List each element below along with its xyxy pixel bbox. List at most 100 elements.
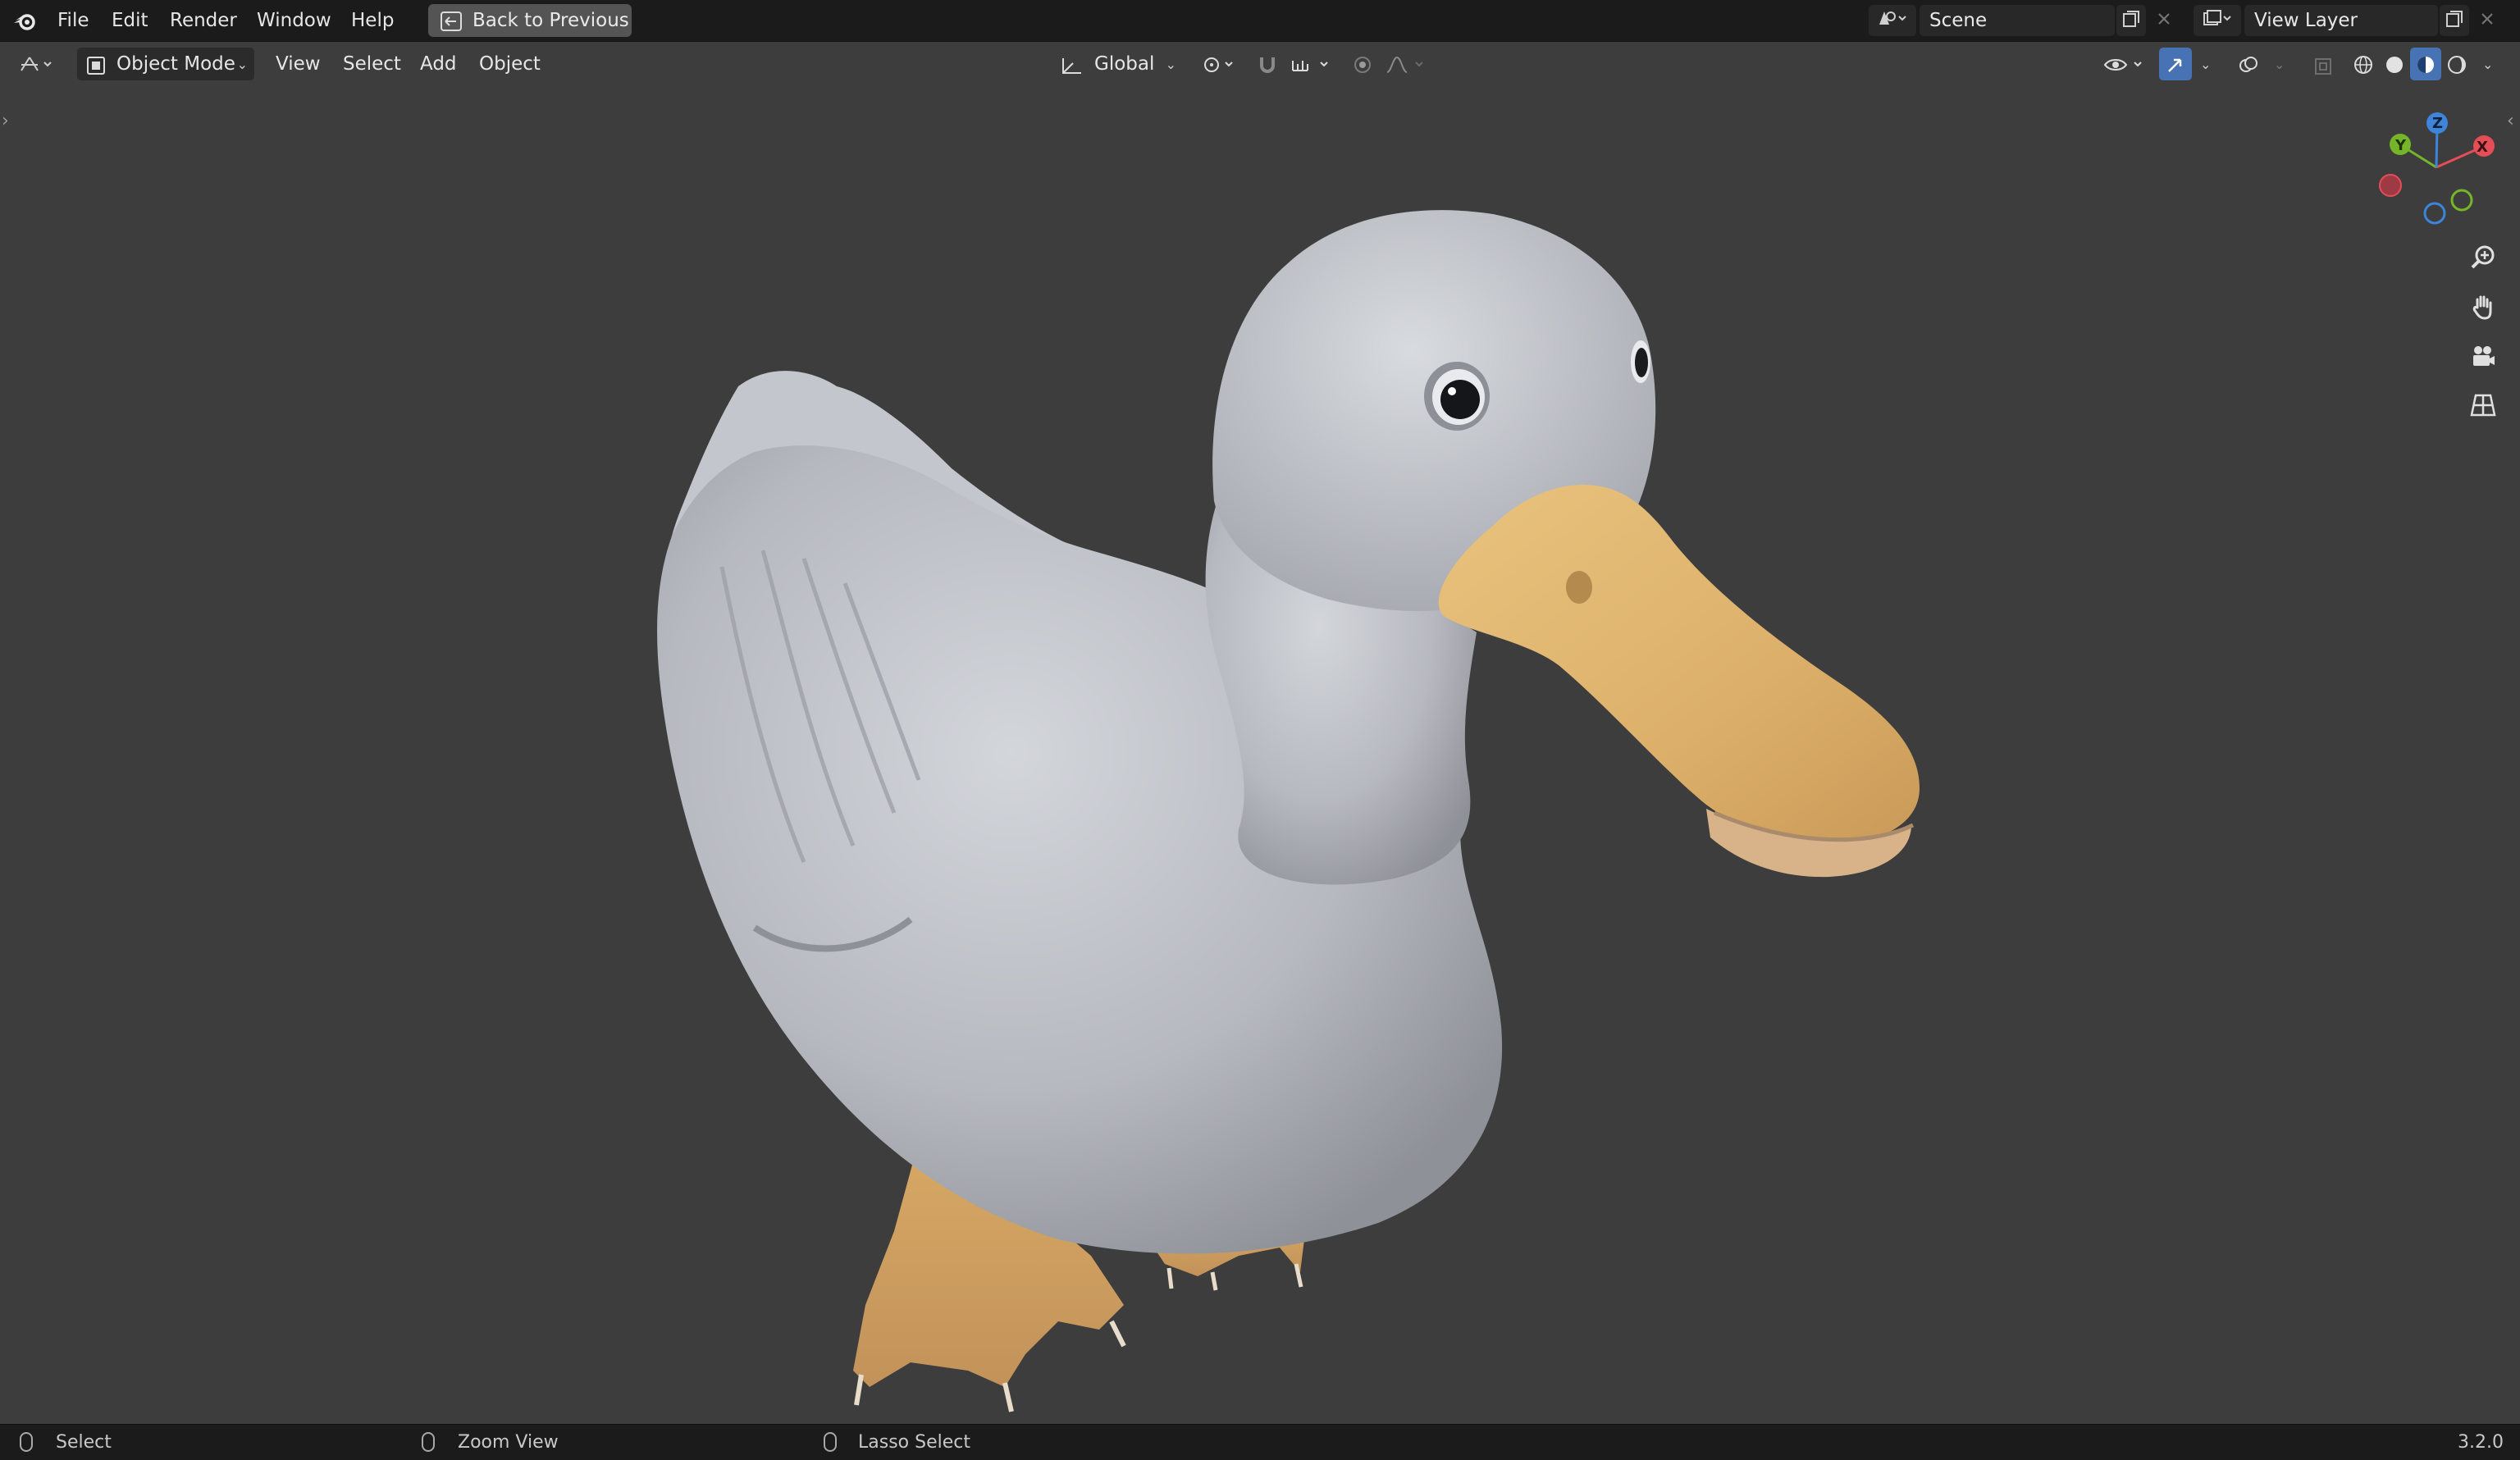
shading-material-preview-button[interactable] bbox=[2410, 48, 2441, 80]
viewport-header: Object Mode ⌄ View Select Add Object Glo… bbox=[0, 42, 2520, 86]
grid-icon bbox=[2469, 391, 2497, 422]
top-bar: File Edit Render Window Help Back to Pre… bbox=[0, 0, 2520, 42]
view-layer-browse-button[interactable] bbox=[2194, 5, 2241, 36]
axis-neg-x-handle bbox=[2379, 174, 2402, 197]
mouse-right-icon bbox=[824, 1432, 837, 1452]
axis-neg-y-handle bbox=[2450, 189, 2473, 212]
snap-target-dropdown[interactable] bbox=[1286, 48, 1337, 80]
scene-close-button[interactable] bbox=[2149, 5, 2179, 36]
hand-pan-icon bbox=[2469, 293, 2497, 324]
editor-type-button[interactable] bbox=[11, 48, 64, 80]
toolbar-expand-arrow[interactable]: › bbox=[2, 111, 9, 131]
zoom-button[interactable] bbox=[2463, 240, 2503, 279]
view-layer-icon bbox=[2201, 8, 2234, 33]
blender-logo-icon[interactable] bbox=[13, 9, 38, 34]
show-overlays-toggle[interactable] bbox=[2231, 48, 2266, 80]
chevron-down-icon: ⌄ bbox=[1165, 57, 1176, 72]
mouse-left-icon bbox=[20, 1432, 33, 1452]
axis-x-label: X bbox=[2477, 139, 2488, 156]
camera-icon bbox=[2469, 342, 2497, 373]
status-select: Select bbox=[56, 1432, 112, 1453]
snap-increment-icon bbox=[1290, 53, 1335, 86]
overlays-icon bbox=[2238, 53, 2259, 86]
zoom-icon bbox=[2469, 244, 2497, 275]
overlays-dropdown[interactable]: ⌄ bbox=[2267, 48, 2292, 80]
close-icon bbox=[2479, 11, 2495, 30]
rendered-sphere-icon bbox=[2446, 53, 2468, 86]
visibility-dropdown[interactable] bbox=[2100, 48, 2151, 80]
sidebar-expand-arrow[interactable]: ‹ bbox=[2507, 111, 2514, 131]
magnet-icon bbox=[1257, 53, 1278, 86]
chevron-down-icon: ⌄ bbox=[2482, 57, 2494, 72]
perspective-toggle-button[interactable] bbox=[2463, 387, 2503, 427]
show-gizmo-toggle[interactable] bbox=[2159, 48, 2192, 80]
menu-help[interactable]: Help bbox=[343, 0, 402, 41]
back-to-previous-label: Back to Previous bbox=[472, 10, 629, 31]
duck-beak bbox=[1438, 485, 1920, 878]
close-icon bbox=[2156, 11, 2172, 30]
menu-select[interactable]: Select bbox=[343, 48, 401, 80]
scene-icon bbox=[1876, 8, 1909, 33]
proportional-icon bbox=[1352, 53, 1373, 86]
shading-options-dropdown[interactable]: ⌄ bbox=[2476, 48, 2500, 80]
pivot-icon bbox=[1201, 53, 1237, 86]
duck-model[interactable] bbox=[0, 42, 2520, 1424]
3d-viewport-icon bbox=[18, 53, 57, 86]
object-mode-icon bbox=[85, 54, 107, 87]
eye-icon bbox=[2103, 53, 2149, 86]
shading-solid-button[interactable] bbox=[2379, 48, 2410, 80]
snap-toggle[interactable] bbox=[1250, 48, 1285, 80]
status-lasso-select: Lasso Select bbox=[858, 1432, 970, 1453]
gizmo-dropdown[interactable]: ⌄ bbox=[2194, 48, 2218, 80]
shading-rendered-button[interactable] bbox=[2441, 48, 2472, 80]
status-zoom-view: Zoom View bbox=[458, 1432, 559, 1453]
scene-browse-button[interactable] bbox=[1869, 5, 1916, 36]
back-to-previous-button[interactable]: Back to Previous bbox=[428, 4, 632, 37]
scene-new-button[interactable] bbox=[2116, 5, 2146, 36]
mouse-middle-icon bbox=[422, 1432, 435, 1452]
axis-y-label: Y bbox=[2395, 137, 2407, 154]
duplicate-icon bbox=[2121, 9, 2141, 32]
object-mode-dropdown[interactable]: Object Mode ⌄ bbox=[77, 48, 254, 80]
menu-add[interactable]: Add bbox=[420, 48, 457, 80]
gizmo-icon bbox=[2165, 53, 2186, 86]
duplicate-icon bbox=[2445, 9, 2464, 32]
xray-icon bbox=[2313, 54, 2333, 87]
view-layer-name-field[interactable]: View Layer bbox=[2244, 5, 2438, 36]
back-arrow-icon bbox=[440, 10, 463, 43]
orientation-label: Global bbox=[1094, 53, 1155, 75]
xray-toggle[interactable] bbox=[2307, 48, 2340, 80]
view-layer-new-button[interactable] bbox=[2440, 5, 2469, 36]
falloff-dropdown[interactable] bbox=[1381, 48, 1432, 80]
pivot-point-dropdown[interactable] bbox=[1196, 48, 1242, 80]
menu-render[interactable]: Render bbox=[162, 0, 245, 41]
scene-name-field[interactable]: Scene bbox=[1920, 5, 2115, 36]
view-layer-close-button[interactable] bbox=[2472, 5, 2502, 36]
3d-viewport[interactable]: Object Mode ⌄ View Select Add Object Glo… bbox=[0, 42, 2520, 1424]
shading-wireframe-button[interactable] bbox=[2348, 48, 2379, 80]
axis-neg-z-handle bbox=[2423, 202, 2446, 225]
camera-view-button[interactable] bbox=[2463, 338, 2503, 377]
duck-eye-left bbox=[1424, 362, 1490, 431]
version-label: 3.2.0 bbox=[2458, 1432, 2504, 1453]
menu-window[interactable]: Window bbox=[249, 0, 340, 41]
menu-object[interactable]: Object bbox=[479, 48, 541, 80]
orientation-icon bbox=[1060, 54, 1084, 87]
chevron-down-icon: ⌄ bbox=[2274, 57, 2285, 72]
chevron-down-icon: ⌄ bbox=[2200, 57, 2212, 72]
menu-view[interactable]: View bbox=[276, 48, 321, 80]
object-mode-label: Object Mode bbox=[116, 53, 235, 75]
material-sphere-icon bbox=[2415, 53, 2436, 86]
menu-file[interactable]: File bbox=[49, 0, 98, 41]
status-bar: Select Zoom View Lasso Select 3.2.0 bbox=[0, 1424, 2520, 1460]
falloff-icon bbox=[1385, 53, 1431, 86]
wireframe-sphere-icon bbox=[2353, 53, 2374, 86]
transform-orientation-dropdown[interactable]: Global ⌄ bbox=[1052, 48, 1183, 80]
duck-eye-right bbox=[1631, 340, 1650, 383]
axis-z-label: Z bbox=[2432, 115, 2444, 132]
pan-button[interactable] bbox=[2463, 289, 2503, 328]
solid-sphere-icon bbox=[2384, 53, 2405, 86]
menu-edit[interactable]: Edit bbox=[103, 0, 157, 41]
chevron-down-icon: ⌄ bbox=[236, 57, 248, 72]
proportional-editing-toggle[interactable] bbox=[1345, 48, 1380, 80]
